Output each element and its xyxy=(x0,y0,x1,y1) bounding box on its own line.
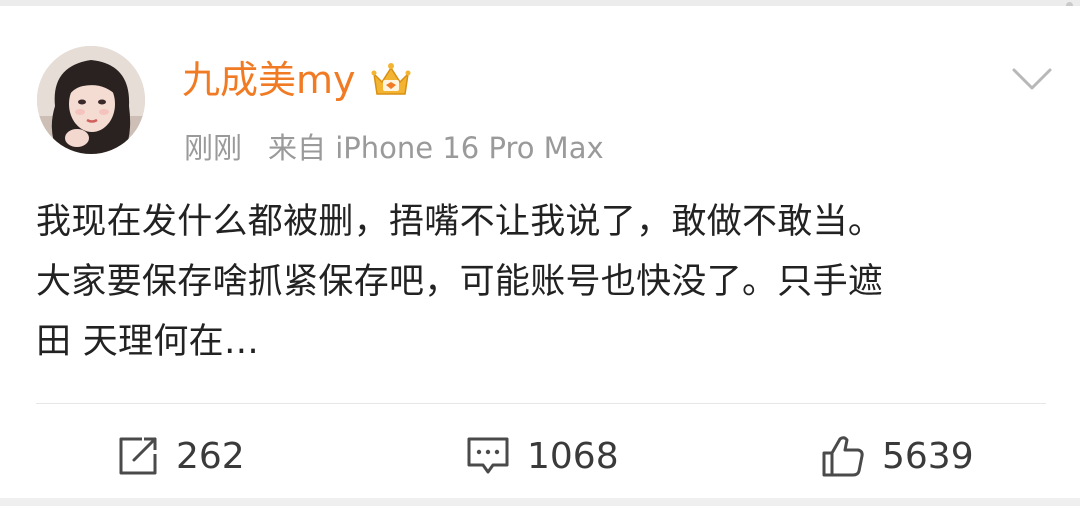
bottom-separator xyxy=(0,498,1080,506)
repost-icon xyxy=(119,437,157,475)
weibo-post-card: 九成美my 刚刚 来自 iPhone 16 Pro Max 我现在发什么都被删，… xyxy=(0,6,1080,498)
avatar[interactable] xyxy=(37,46,145,154)
crown-badge-icon[interactable] xyxy=(368,60,414,100)
comment-button[interactable]: 1068 xyxy=(465,428,619,484)
post-text-line: 我现在发什么都被删，捂嘴不让我说了，敢做不敢当。 xyxy=(36,202,884,242)
post-text-line: 大家要保存啥抓紧保存吧，可能账号也快没了。只手遮 xyxy=(36,262,884,302)
divider xyxy=(36,403,1046,404)
comment-count: 1068 xyxy=(527,435,619,477)
post-content: 我现在发什么都被删，捂嘴不让我说了，敢做不敢当。 大家要保存啥抓紧保存吧，可能账… xyxy=(36,192,1052,372)
post-source: 来自 iPhone 16 Pro Max xyxy=(268,131,604,165)
repost-button[interactable]: 262 xyxy=(116,428,245,484)
chevron-down-icon[interactable] xyxy=(1010,64,1054,94)
repost-count: 262 xyxy=(176,435,245,477)
thumbs-up-icon xyxy=(822,436,864,477)
like-button[interactable]: 5639 xyxy=(820,428,974,484)
like-count: 5639 xyxy=(882,435,974,477)
post-meta: 刚刚 来自 iPhone 16 Pro Max xyxy=(184,128,604,168)
author-name-row[interactable]: 九成美my xyxy=(182,55,414,105)
post-text-line: 田 天理何在… xyxy=(36,322,260,362)
post-time: 刚刚 xyxy=(184,131,243,165)
author-name[interactable]: 九成美my xyxy=(182,55,356,105)
comment-icon xyxy=(467,437,509,474)
